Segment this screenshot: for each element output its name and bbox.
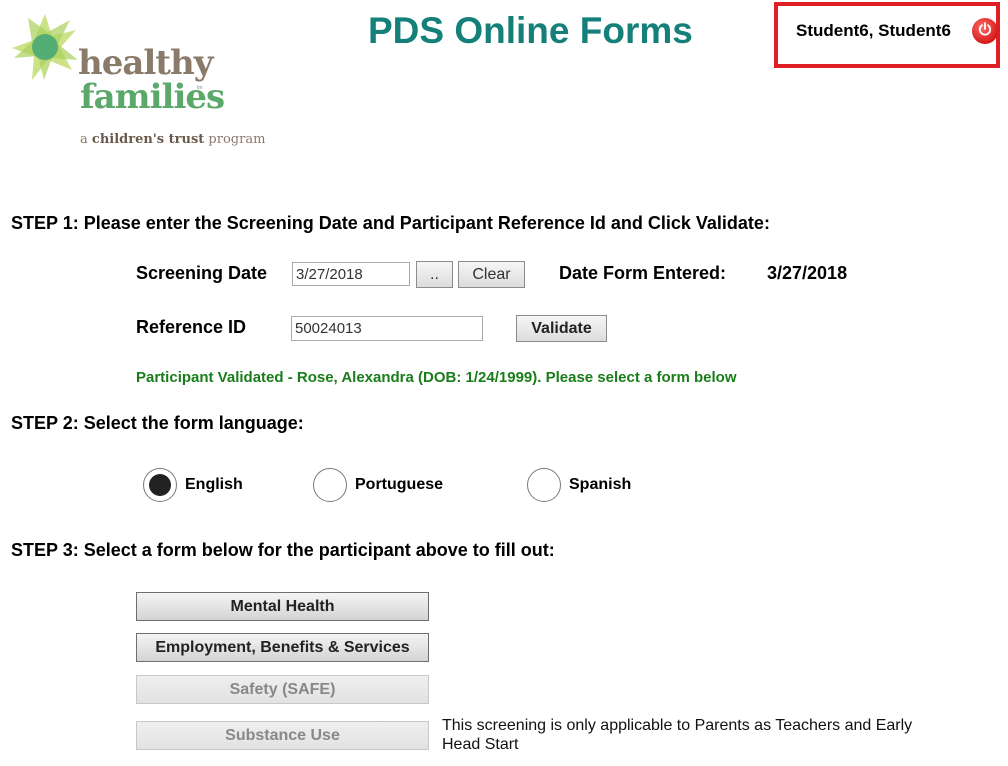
form-button-employment[interactable]: Employment, Benefits & Services xyxy=(136,633,429,662)
screening-date-input[interactable] xyxy=(292,262,410,286)
validation-message: Participant Validated - Rose, Alexandra … xyxy=(136,369,737,386)
step1-heading: STEP 1: Please enter the Screening Date … xyxy=(11,213,770,233)
logo-healthy-text: healthy xyxy=(78,43,213,83)
power-icon xyxy=(977,21,993,42)
radio-label-spanish[interactable]: Spanish xyxy=(569,476,631,494)
substance-use-note: This screening is only applicable to Par… xyxy=(442,717,913,753)
tagline-bold: children's trust xyxy=(91,132,205,147)
form-button-substance-use: Substance Use xyxy=(136,721,429,750)
reference-id-input[interactable] xyxy=(291,316,483,341)
step2-heading: STEP 2: Select the form language: xyxy=(11,413,304,433)
logo-trademark: tm xyxy=(197,85,203,91)
page-title: PDS Online Forms xyxy=(368,10,693,51)
radio-portuguese[interactable] xyxy=(313,468,347,502)
tagline-prefix: a xyxy=(80,132,88,147)
clear-button[interactable]: Clear xyxy=(458,261,525,288)
validate-button[interactable]: Validate xyxy=(516,315,607,342)
form-button-safety: Safety (SAFE) xyxy=(136,675,429,704)
radio-label-portuguese[interactable]: Portuguese xyxy=(355,476,443,494)
reference-id-label: Reference ID xyxy=(136,317,247,337)
logo-tagline: a children's trust program xyxy=(80,132,265,147)
logo-star-icon xyxy=(10,12,80,82)
tagline-suffix: program xyxy=(208,132,266,147)
screening-date-label: Screening Date xyxy=(136,263,268,283)
radio-selected-dot xyxy=(149,474,171,496)
step3-heading: STEP 3: Select a form below for the part… xyxy=(11,540,555,560)
user-name: Student6, Student6 xyxy=(796,21,951,40)
date-picker-button[interactable]: .. xyxy=(416,261,453,288)
radio-spanish[interactable] xyxy=(527,468,561,502)
logout-button[interactable] xyxy=(972,18,998,44)
date-entered-label: Date Form Entered: xyxy=(559,263,727,283)
radio-label-english[interactable]: English xyxy=(185,476,243,494)
form-button-mental-health[interactable]: Mental Health xyxy=(136,592,429,621)
radio-english[interactable] xyxy=(143,468,177,502)
date-entered-value: 3/27/2018 xyxy=(767,263,848,283)
